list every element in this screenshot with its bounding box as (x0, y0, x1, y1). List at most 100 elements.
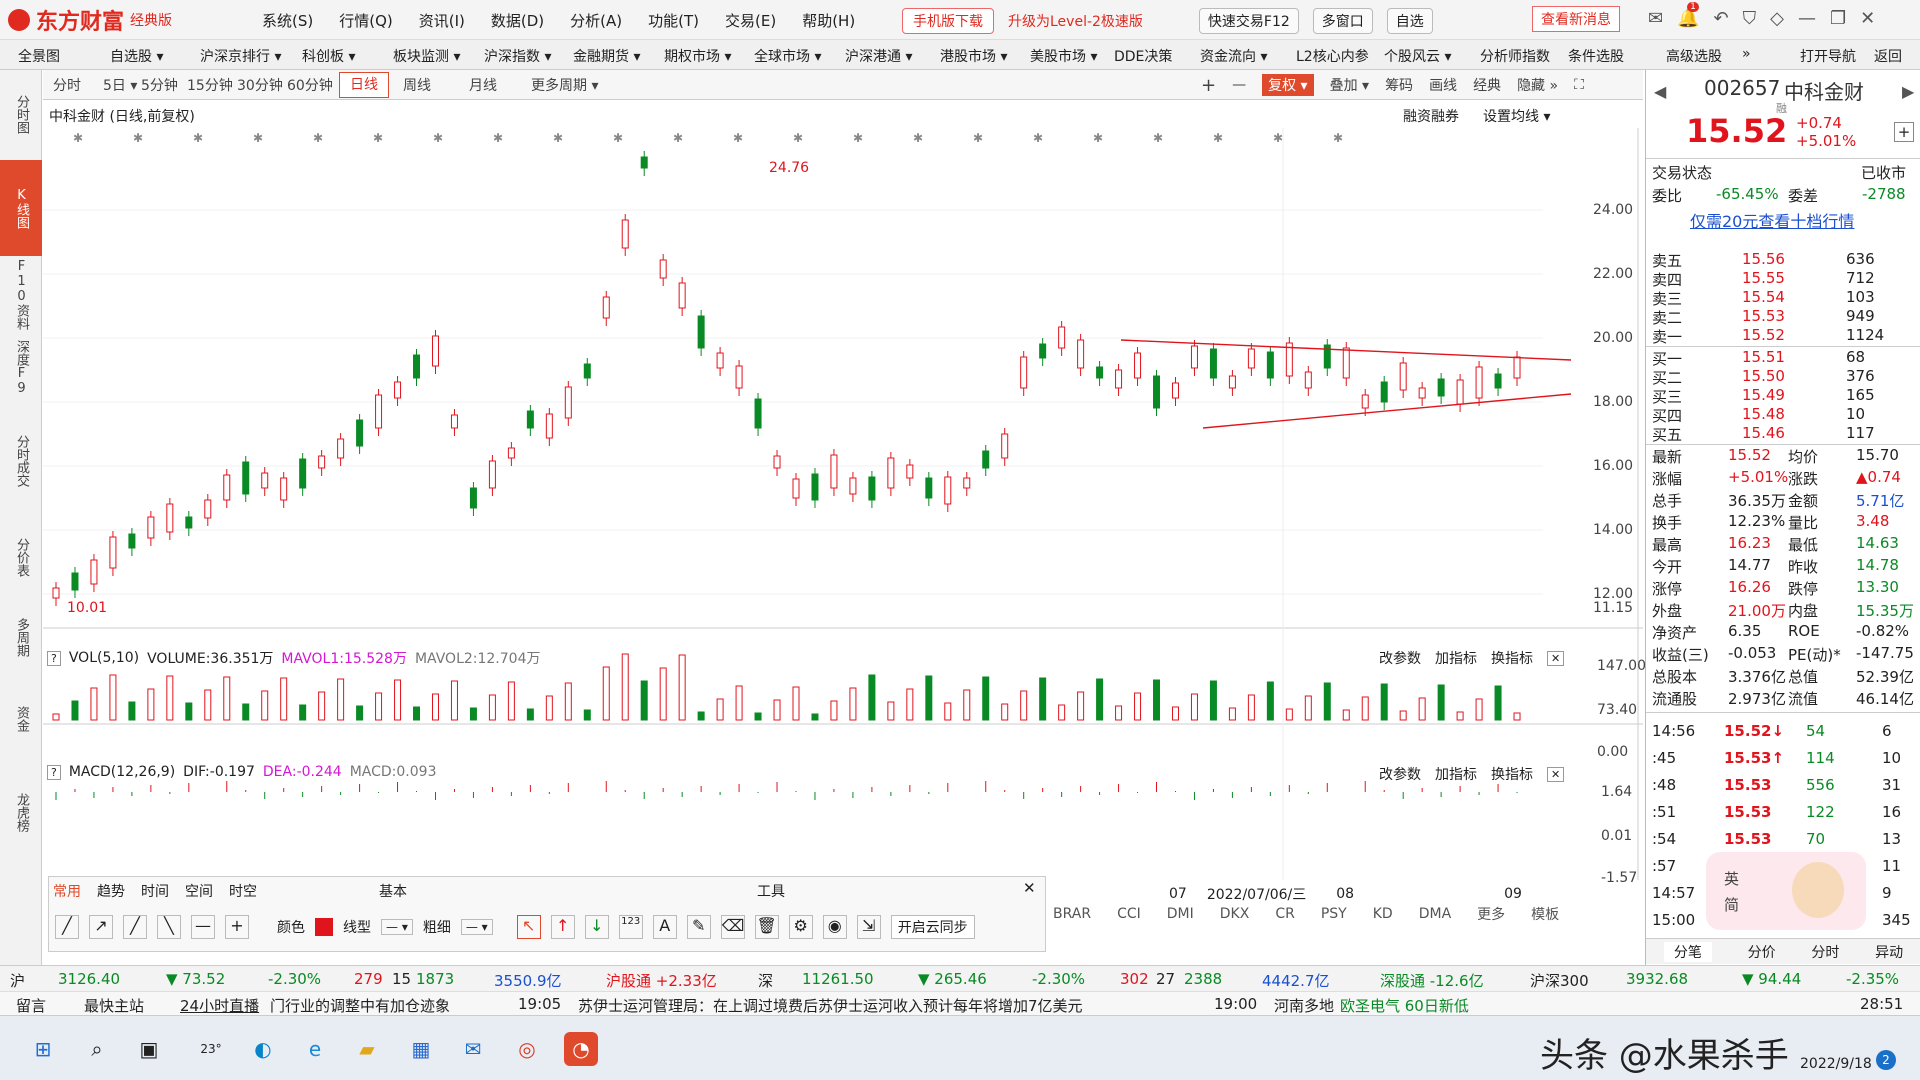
level2-upgrade-link[interactable]: 升级为Level-2极速版 (1008, 11, 1143, 31)
shirt-icon[interactable]: ⛉ (1743, 8, 1757, 29)
ask-price[interactable]: 15.53 (1742, 307, 1785, 325)
indicator-tab[interactable]: DMA (1419, 906, 1451, 922)
nav-item[interactable]: L2核心内参 (1296, 46, 1369, 66)
cloud-sync-button[interactable]: 开启云同步 (890, 915, 975, 939)
eastmoney-app-icon[interactable]: ◔ (564, 1032, 598, 1066)
line-style-select[interactable]: — ▾ (381, 919, 413, 935)
indicator-tab[interactable]: BRAR (1053, 906, 1091, 922)
nav-item[interactable]: 全球市场 ▾ (754, 46, 821, 66)
hline-icon[interactable]: — (191, 915, 215, 939)
search-icon[interactable]: ⌕ (80, 1032, 114, 1066)
zoom-out-button[interactable]: — (1232, 77, 1246, 93)
menu-item[interactable]: 系统(S) (262, 10, 313, 31)
delete-icon[interactable]: 🗑 (754, 915, 779, 939)
nav-item[interactable]: 港股市场 ▾ (940, 46, 1007, 66)
bid-price[interactable]: 15.48 (1742, 405, 1785, 423)
detail-tab[interactable]: 分价 (1748, 942, 1776, 962)
brush-icon[interactable]: ✎ (686, 915, 711, 939)
bid-price[interactable]: 15.50 (1742, 367, 1785, 385)
period-tab[interactable]: 日线 (339, 72, 389, 98)
ma-setting-button[interactable]: 设置均线 ▾ (1483, 106, 1550, 126)
menu-item[interactable]: 帮助(H) (802, 10, 855, 31)
left-tab[interactable]: 分价表 (0, 518, 42, 596)
ask-price[interactable]: 15.52 (1742, 326, 1785, 344)
chart-area[interactable]: 中科金财 (日线,前复权) 融资融券 设置均线 ▾ ✱ ✱ ✱ ✱ ✱ ✱ ✱ ✱ ✱ ✱ ✱ ✱ ✱ ✱… (43, 100, 1646, 923)
color-swatch[interactable] (315, 918, 333, 936)
left-tab[interactable]: K线图 (0, 160, 42, 256)
thickness-select[interactable]: — ▾ (460, 919, 493, 935)
help-icon[interactable]: ? (47, 764, 61, 780)
nav-item[interactable]: 返回 (1874, 46, 1902, 66)
message-button[interactable]: 留言 (16, 995, 46, 1016)
multi-window-button[interactable]: 多窗口 (1312, 8, 1373, 34)
mail-icon[interactable]: ✉ (1648, 8, 1663, 29)
draw-tool-close-icon[interactable]: ✕ (1023, 879, 1036, 897)
segment-icon[interactable]: ╱ (55, 915, 79, 939)
cross-icon[interactable]: + (225, 915, 249, 939)
left-tab[interactable]: F10资料 (0, 258, 42, 330)
macd-add-indicator-button[interactable]: 加指标 (1435, 764, 1477, 784)
quick-trade-button[interactable]: 快速交易F12 (1198, 8, 1299, 34)
draw-tab[interactable]: 趋势 (97, 881, 125, 901)
bid-price[interactable]: 15.49 (1742, 386, 1785, 404)
nav-item[interactable]: 高级选股 (1666, 46, 1722, 66)
indicator-tab[interactable]: PSY (1321, 906, 1347, 922)
next-stock-icon[interactable]: ▶ (1902, 82, 1914, 101)
period-tab[interactable]: 更多周期 ▾ (531, 75, 598, 95)
period-tab[interactable]: 周线 (403, 75, 431, 95)
menu-item[interactable]: 交易(E) (725, 10, 776, 31)
chrome-icon[interactable]: ◎ (510, 1032, 544, 1066)
main-site-button[interactable]: 最快主站 (84, 995, 144, 1016)
menu-item[interactable]: 数据(D) (491, 10, 544, 31)
vol-switch-indicator-button[interactable]: 换指标 (1491, 648, 1533, 668)
nav-item[interactable]: 期权市场 ▾ (664, 46, 731, 66)
nav-item[interactable]: 板块监测 ▾ (393, 46, 460, 66)
draw-tab[interactable]: 空间 (185, 881, 213, 901)
indicator-tab[interactable]: CR (1275, 906, 1295, 922)
indicator-tab[interactable]: DMI (1167, 906, 1194, 922)
down-arrow-icon[interactable]: ↓ (584, 915, 609, 939)
fullscreen-icon[interactable]: ⛶ (1574, 77, 1584, 93)
minimize-icon[interactable]: — (1798, 8, 1816, 29)
pointer-icon[interactable]: ↖ (516, 915, 541, 939)
draw-line-button[interactable]: 画线 (1429, 75, 1457, 95)
nav-item[interactable]: 条件选股 (1568, 46, 1624, 66)
menu-item[interactable]: 功能(T) (648, 10, 699, 31)
bid-price[interactable]: 15.51 (1742, 348, 1785, 366)
ie-icon[interactable]: e (298, 1032, 332, 1066)
draw-tab[interactable]: 时空 (229, 881, 257, 901)
indicator-tab[interactable]: KD (1373, 906, 1393, 922)
news-item[interactable]: 苏伊士运河管理局：在上调过境费后苏伊士运河收入预计每年将增加7亿美元 (578, 995, 1083, 1016)
eraser-icon[interactable]: ⌫ (720, 915, 745, 939)
detail-tab[interactable]: 异动 (1875, 942, 1903, 962)
left-tab[interactable]: 分时图 (0, 70, 42, 158)
nav-item[interactable]: 个股风云 ▾ (1384, 46, 1451, 66)
ask-price[interactable]: 15.56 (1742, 250, 1785, 268)
menu-item[interactable]: 资讯(I) (419, 10, 465, 31)
ask-price[interactable]: 15.55 (1742, 269, 1785, 287)
vol-param-button[interactable]: 改参数 (1379, 648, 1421, 668)
self-button[interactable]: 自选 (1386, 8, 1433, 34)
ask-price[interactable]: 15.54 (1742, 288, 1785, 306)
left-tab[interactable]: 分时成交 (0, 406, 42, 516)
macd-param-button[interactable]: 改参数 (1379, 764, 1421, 784)
vol-add-indicator-button[interactable]: 加指标 (1435, 648, 1477, 668)
edge-icon[interactable]: ◐ (246, 1032, 280, 1066)
add-favorite-icon[interactable]: + (1894, 122, 1914, 142)
nav-item[interactable]: 打开导航 (1800, 46, 1856, 66)
text-icon[interactable]: A (652, 915, 677, 939)
prev-stock-icon[interactable]: ◀ (1654, 82, 1666, 101)
fuquan-button[interactable]: 复权 ▾ (1262, 74, 1314, 96)
nav-item[interactable]: 沪深港通 ▾ (845, 46, 912, 66)
indicator-tab[interactable]: CCI (1117, 906, 1141, 922)
bid-price[interactable]: 15.46 (1742, 424, 1785, 442)
period-tab[interactable]: 30分钟 (237, 75, 283, 95)
ray-icon[interactable]: ↗ (89, 915, 113, 939)
nav-item[interactable]: 沪深指数 ▾ (484, 46, 551, 66)
news-item[interactable]: 门行业的调整中有加仓迹象 (270, 995, 450, 1016)
nav-item[interactable]: 金融期货 ▾ (573, 46, 640, 66)
folder-icon[interactable]: ▰ (350, 1032, 384, 1066)
period-tab[interactable]: 60分钟 (287, 75, 333, 95)
period-tab[interactable]: 5分钟 (141, 75, 178, 95)
nav-item[interactable]: 自选股 ▾ (110, 46, 163, 66)
